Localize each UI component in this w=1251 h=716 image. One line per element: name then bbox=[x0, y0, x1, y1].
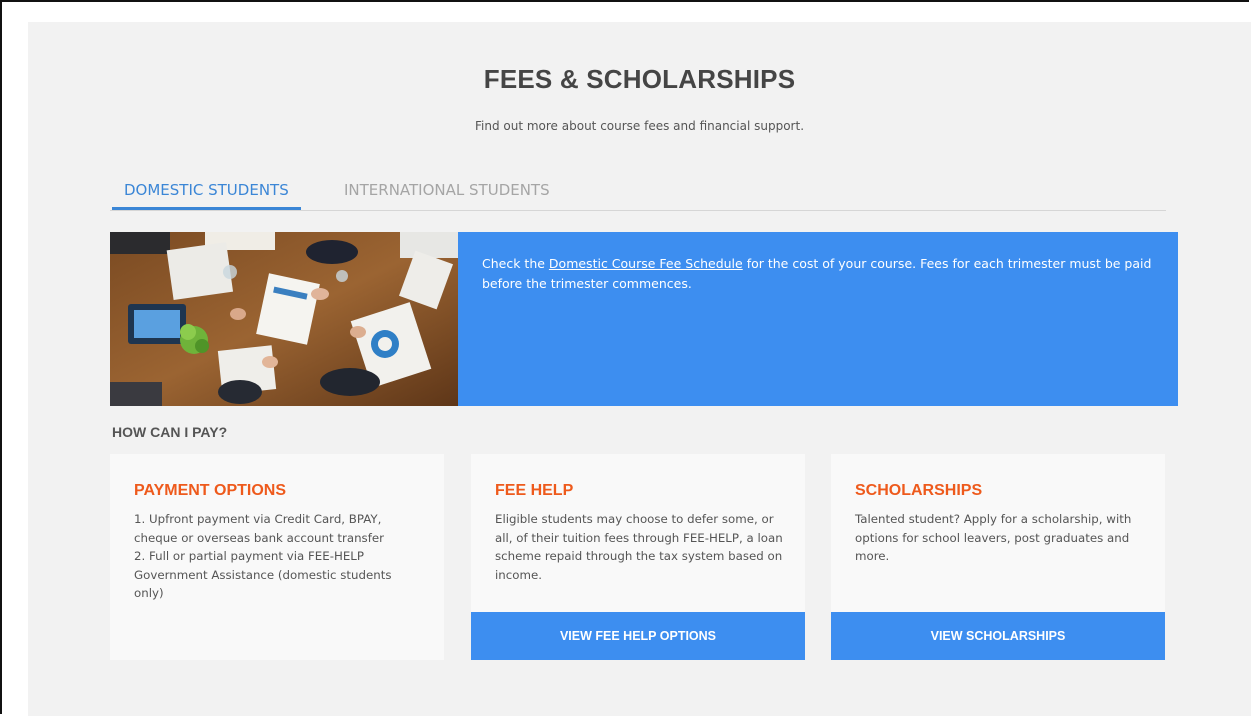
fee-text-before: Check the bbox=[482, 256, 549, 271]
fee-schedule-text: Check the Domestic Course Fee Schedule f… bbox=[482, 254, 1162, 294]
meeting-table-photo bbox=[110, 232, 458, 406]
view-scholarships-button[interactable]: VIEW SCHOLARSHIPS bbox=[831, 612, 1165, 660]
tab-domestic-students[interactable]: DOMESTIC STUDENTS bbox=[112, 174, 301, 210]
scholarships-title: SCHOLARSHIPS bbox=[855, 482, 983, 499]
scholarships-body: Talented student? Apply for a scholarshi… bbox=[855, 512, 1132, 563]
tab-international-students[interactable]: INTERNATIONAL STUDENTS bbox=[332, 174, 562, 207]
student-type-tabs: DOMESTIC STUDENTS INTERNATIONAL STUDENTS bbox=[110, 174, 1166, 211]
scholarships-card: SCHOLARSHIPS Talented student? Apply for… bbox=[831, 454, 1165, 660]
domestic-course-fee-schedule-link[interactable]: Domestic Course Fee Schedule bbox=[549, 256, 743, 271]
fee-help-title: FEE HELP bbox=[495, 482, 574, 499]
payment-options-body: 1. Upfront payment via Credit Card, BPAY… bbox=[134, 512, 392, 600]
page-title: FEES & SCHOLARSHIPS bbox=[483, 64, 796, 94]
fee-schedule-banner: Check the Domestic Course Fee Schedule f… bbox=[458, 232, 1178, 406]
payment-options-card: PAYMENT OPTIONS 1. Upfront payment via C… bbox=[110, 454, 444, 660]
how-can-i-pay-heading: HOW CAN I PAY? bbox=[112, 424, 228, 440]
page-subtitle: Find out more about course fees and fina… bbox=[474, 119, 805, 133]
fee-help-card: FEE HELP Eligible students may choose to… bbox=[471, 454, 805, 660]
view-fee-help-options-button[interactable]: VIEW FEE HELP OPTIONS bbox=[471, 612, 805, 660]
fee-help-body: Eligible students may choose to defer so… bbox=[495, 512, 783, 582]
payment-options-title: PAYMENT OPTIONS bbox=[134, 482, 287, 499]
